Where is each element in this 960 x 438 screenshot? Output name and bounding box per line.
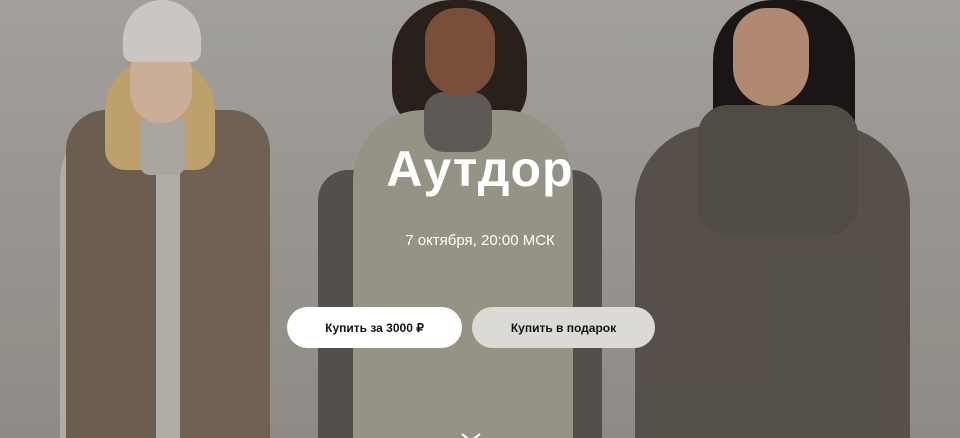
- hero-banner: Аутдор 7 октября, 20:00 МСК Купить за 30…: [0, 0, 960, 438]
- gift-button[interactable]: Купить в подарок: [472, 307, 655, 348]
- buy-button[interactable]: Купить за 3000 ₽: [287, 307, 462, 348]
- chevron-down-icon[interactable]: [461, 430, 481, 438]
- event-date: 7 октября, 20:00 МСК: [405, 232, 555, 249]
- page-title: Аутдор: [386, 141, 574, 197]
- image-overlay: [0, 0, 960, 438]
